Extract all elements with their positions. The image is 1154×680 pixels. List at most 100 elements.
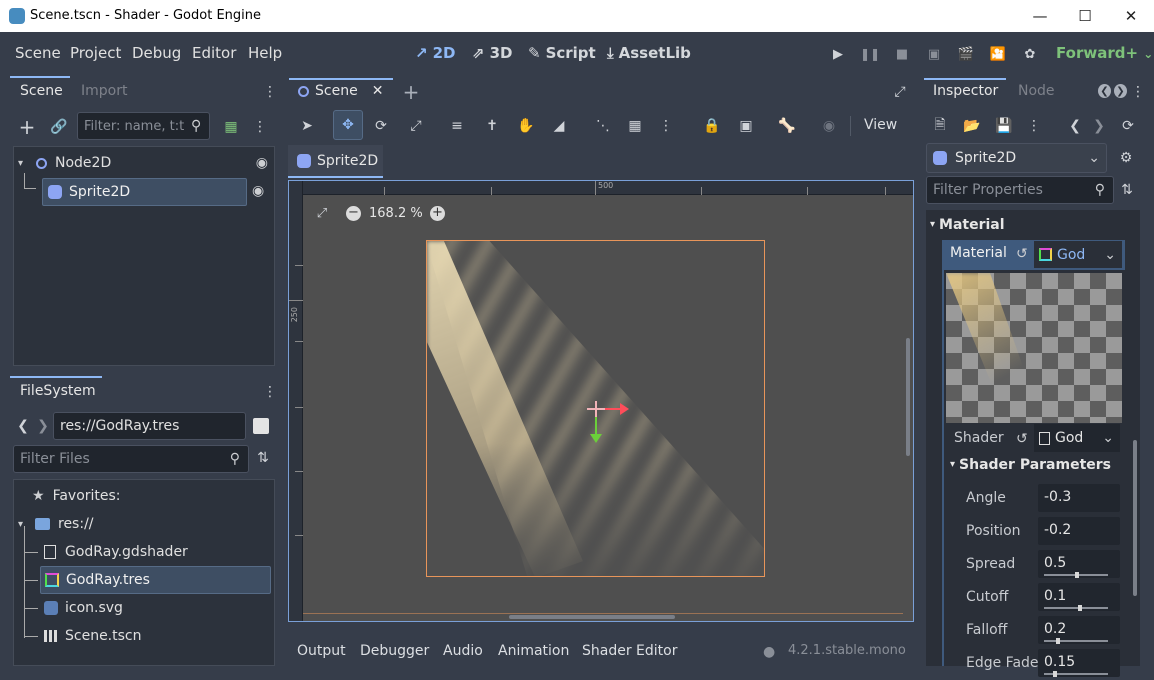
filter-files-input[interactable]: Filter Files ⚲ xyxy=(13,445,249,473)
bottom-tab-shader-editor[interactable]: Shader Editor xyxy=(582,643,677,659)
open-resource-icon[interactable]: 📂 xyxy=(962,116,982,136)
close-icon[interactable]: ✕ xyxy=(372,83,384,99)
back-arrow-icon[interactable]: ❮ xyxy=(16,416,30,436)
dock-right-icon[interactable]: ❯ xyxy=(1114,84,1127,98)
remote-debug-icon[interactable]: ▣ xyxy=(924,44,944,64)
workspace-3d-button[interactable]: ⇗ 3D xyxy=(472,44,512,62)
snap-toggle-icon[interactable]: ⋱ xyxy=(592,114,614,138)
grid-snap-icon[interactable]: ▦ xyxy=(624,114,646,138)
section-material-header[interactable]: ▾ Material xyxy=(930,217,1005,233)
close-window-button[interactable]: ✕ xyxy=(1108,0,1154,32)
movie-maker-icon[interactable]: ✿ xyxy=(1020,44,1040,64)
shader-params-header[interactable]: ▾ Shader Parameters xyxy=(950,457,1111,473)
shader-param-slider[interactable] xyxy=(1044,572,1108,578)
workspace-assetlib-button[interactable]: ⤓ AssetLib xyxy=(607,44,691,62)
renderer-select[interactable]: Forward+ ⌄ xyxy=(1056,44,1153,62)
filter-properties-input[interactable]: Filter Properties ⚲ xyxy=(926,176,1114,204)
play-custom-scene-icon[interactable]: 🎦 xyxy=(988,44,1008,64)
view-menu-button[interactable]: View xyxy=(864,117,897,133)
tab-scene-dock[interactable]: Scene xyxy=(20,83,63,99)
slider-knob[interactable] xyxy=(1053,671,1057,677)
maximize-button[interactable]: ☐ xyxy=(1062,0,1108,32)
play-icon[interactable]: ▶ xyxy=(828,44,848,64)
canvas-viewport[interactable]: 500 250 ⤢ − 168.2 % + xyxy=(288,180,914,622)
tab-scene-file[interactable]: Scene ✕ xyxy=(298,83,383,99)
tab-filesystem[interactable]: FileSystem xyxy=(20,383,96,399)
bottom-tab-animation[interactable]: Animation xyxy=(498,643,569,659)
zoom-level[interactable]: 168.2 % xyxy=(369,206,423,221)
history-icon[interactable]: ⟳ xyxy=(1118,116,1138,136)
pan-tool-icon[interactable]: ✋ xyxy=(515,114,537,138)
rotate-tool-icon[interactable]: ⟳ xyxy=(370,114,392,138)
shader-param-slider[interactable] xyxy=(1044,605,1108,611)
menu-editor[interactable]: Editor xyxy=(192,44,236,62)
menu-project[interactable]: Project xyxy=(70,44,121,62)
new-resource-icon[interactable]: 🗎 xyxy=(930,116,950,136)
favorites-row[interactable]: ★ Favorites: xyxy=(32,482,121,510)
file-item-godray-gdshader[interactable]: GodRay.gdshader xyxy=(44,538,188,566)
kebab-menu-icon[interactable]: ⋮ xyxy=(263,82,277,102)
shader-param-value-field[interactable]: 0.2 xyxy=(1038,616,1120,644)
play-scene-icon[interactable]: 🎬 xyxy=(956,44,976,64)
tree-item-node2d[interactable]: ▾ Node2D ◉ xyxy=(16,149,272,177)
zoom-in-button[interactable]: + xyxy=(430,206,445,221)
ruler-pivot-icon[interactable]: ✝ xyxy=(481,114,503,138)
add-tab-icon[interactable]: + xyxy=(402,80,420,104)
object-selector[interactable]: Sprite2D ⌄ xyxy=(926,143,1107,173)
visibility-eye-icon[interactable]: ◉ xyxy=(256,155,268,171)
workspace-2d-button[interactable]: ↗ 2D xyxy=(415,44,455,62)
resource-menu-icon[interactable]: ⋮ xyxy=(1027,116,1041,136)
pause-icon[interactable]: ❚❚ xyxy=(860,44,880,64)
bone-icon[interactable]: 🦴 xyxy=(776,114,798,138)
move-tool-icon[interactable]: ✥ xyxy=(333,110,363,140)
bottom-tab-audio[interactable]: Audio xyxy=(443,643,483,659)
reset-icon[interactable]: ↺ xyxy=(1016,431,1028,447)
forward-arrow-icon[interactable]: ❯ xyxy=(36,416,50,436)
reset-icon[interactable]: ↺ xyxy=(1016,246,1028,262)
file-item-icon-svg[interactable]: icon.svg xyxy=(44,594,123,622)
file-item-godray-tres[interactable]: GodRay.tres xyxy=(40,566,271,594)
menu-scene[interactable]: Scene xyxy=(15,44,61,62)
distraction-free-icon[interactable]: ⤢ xyxy=(890,82,910,102)
instance-scene-icon[interactable]: ▦ xyxy=(220,116,242,138)
material-resource-picker[interactable]: God ⌄ xyxy=(1034,241,1122,268)
menu-debug[interactable]: Debug xyxy=(132,44,181,62)
ruler-tool-icon[interactable]: ◢ xyxy=(548,114,570,138)
shader-resource-picker[interactable]: God ⌄ xyxy=(1034,424,1120,452)
menu-help[interactable]: Help xyxy=(248,44,282,62)
slider-knob[interactable] xyxy=(1075,572,1079,578)
scene-filter-input[interactable]: Filter: name, t:t ⚲ xyxy=(77,112,210,140)
history-forward-icon[interactable]: ❯ xyxy=(1092,116,1106,136)
add-node-icon[interactable]: + xyxy=(16,115,38,139)
snap-options-icon[interactable]: ⋮ xyxy=(659,114,673,138)
bottom-tab-output[interactable]: Output xyxy=(297,643,346,659)
shader-param-value-field[interactable]: 0.15 xyxy=(1038,649,1120,677)
breadcrumb[interactable]: Sprite2D xyxy=(288,145,383,178)
dock-left-icon[interactable]: ❮ xyxy=(1098,84,1111,98)
select-tool-icon[interactable]: ➤ xyxy=(296,114,318,138)
folder-root-row[interactable]: ▾ res:// xyxy=(16,510,94,538)
sort-icon[interactable]: ⇅ xyxy=(254,448,272,468)
shader-param-slider[interactable] xyxy=(1044,638,1108,644)
visibility-eye-icon[interactable]: ◉ xyxy=(252,183,264,199)
tab-inspector[interactable]: Inspector xyxy=(933,83,998,99)
tab-node[interactable]: Node xyxy=(1018,83,1055,99)
bottom-tab-debugger[interactable]: Debugger xyxy=(360,643,429,659)
slider-knob[interactable] xyxy=(1078,605,1082,611)
stop-icon[interactable]: ■ xyxy=(892,44,912,64)
save-resource-icon[interactable]: 💾 xyxy=(994,116,1014,136)
shader-param-value-field[interactable]: 0.1 xyxy=(1038,583,1120,611)
shader-param-value-field[interactable]: -0.2 xyxy=(1038,517,1120,545)
history-back-icon[interactable]: ❮ xyxy=(1068,116,1082,136)
vertical-scrollbar[interactable] xyxy=(906,338,910,456)
tab-import[interactable]: Import xyxy=(81,83,127,99)
shader-param-value-field[interactable]: 0.5 xyxy=(1038,550,1120,578)
scale-tool-icon[interactable]: ⤢ xyxy=(405,114,427,138)
lock-icon[interactable]: 🔒 xyxy=(701,114,723,138)
inspector-settings-icon[interactable]: ⇅ xyxy=(1118,180,1136,200)
shader-param-slider[interactable] xyxy=(1044,671,1108,677)
path-field[interactable]: res://GodRay.tres xyxy=(53,412,246,440)
link-icon[interactable]: 🔗 xyxy=(48,116,70,138)
minimize-button[interactable]: — xyxy=(1017,0,1063,32)
object-properties-icon[interactable]: ⚙ xyxy=(1116,148,1136,168)
